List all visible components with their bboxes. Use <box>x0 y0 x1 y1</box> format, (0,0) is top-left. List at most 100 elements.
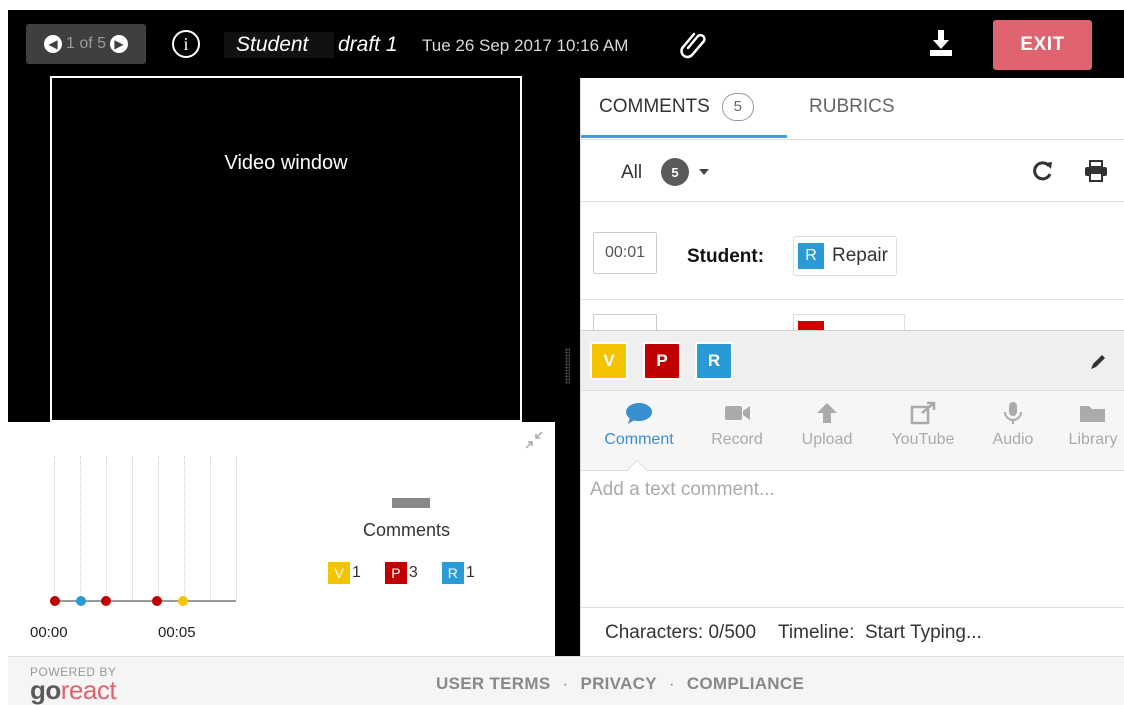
legend-v-square: V <box>328 562 350 584</box>
microphone-icon <box>1004 402 1022 424</box>
timeline-start-label: 00:00 <box>30 624 68 641</box>
user-terms-link[interactable]: USER TERMS <box>436 674 550 694</box>
legend-title: Comments <box>363 520 451 540</box>
filter-count-badge[interactable]: 5 <box>661 158 689 186</box>
info-icon[interactable]: i <box>172 30 200 58</box>
timeline-gridline <box>80 456 81 600</box>
character-count: Characters: 0/500 <box>605 621 757 643</box>
print-icon[interactable] <box>1084 160 1108 182</box>
legend-p-square: P <box>384 562 407 584</box>
comment-item-partial <box>581 300 1124 330</box>
marker-r-button[interactable]: R <box>695 342 733 380</box>
video-window[interactable]: Video window <box>50 76 522 422</box>
paperclip-icon[interactable] <box>680 28 710 60</box>
video-window-label: Video window <box>224 151 348 174</box>
marker-p-button[interactable]: P <box>643 342 681 380</box>
compliance-link[interactable]: COMPLIANCE <box>687 674 804 694</box>
timeline-status: Timeline: Start Typing... <box>778 621 982 643</box>
comment-timestamp[interactable]: 00:01 <box>593 232 657 274</box>
pencil-icon[interactable] <box>1089 353 1107 371</box>
tab-rubrics[interactable]: RUBRICS <box>809 96 895 118</box>
comment-tag: R Repair <box>793 236 897 276</box>
timeline-marker-p[interactable] <box>101 596 111 606</box>
pager: ◀ 1 of 5 ▶ <box>26 24 146 64</box>
tab-comments-count: 5 <box>721 92 754 121</box>
tool-audio-label: Audio <box>992 431 1034 448</box>
comment-composer: V P R Comment Record Upload YouTube Audi… <box>581 330 1124 656</box>
tool-comment-label: Comment <box>604 431 674 448</box>
comment-tools: Comment Record Upload YouTube Audio Libr… <box>581 391 1124 471</box>
tool-library-label: Library <box>1068 431 1118 448</box>
tool-record[interactable]: Record <box>695 401 779 449</box>
privacy-link[interactable]: PRIVACY <box>580 674 656 694</box>
composer-status: Characters: 0/500 Timeline: Start Typing… <box>581 607 1124 657</box>
timeline-gridline <box>54 456 55 600</box>
upload-arrow-icon <box>817 403 837 423</box>
tool-record-label: Record <box>711 431 763 448</box>
next-arrow-icon[interactable]: ▶ <box>110 35 129 53</box>
marker-v-button[interactable]: V <box>590 342 628 380</box>
collapse-icon[interactable] <box>524 430 544 450</box>
timeline-marker-r[interactable] <box>76 596 86 606</box>
panel-tabs: COMMENTS 5 RUBRICS <box>581 78 1124 140</box>
legend-row: V 1 P 3 R 1 <box>328 562 499 584</box>
legend-bar <box>392 498 430 508</box>
tab-comments[interactable]: COMMENTS 5 <box>581 78 787 138</box>
folder-icon <box>1080 406 1105 422</box>
divider-strip <box>555 422 580 656</box>
footer: POWERED BY goreact USER TERMS · PRIVACY … <box>8 656 1124 705</box>
student-name: Student <box>224 32 334 58</box>
comment-text-input[interactable] <box>581 471 1124 607</box>
submission-datetime: Tue 26 Sep 2017 10:16 AM <box>422 36 629 55</box>
tool-audio[interactable]: Audio <box>971 401 1055 449</box>
camera-icon <box>725 406 750 420</box>
tag-letter: R <box>798 243 824 269</box>
tool-comment[interactable]: Comment <box>597 401 681 449</box>
tool-upload-label: Upload <box>801 431 853 448</box>
timeline-gridline <box>184 456 185 600</box>
timeline-gridline <box>158 456 159 600</box>
timeline-mid-label: 00:05 <box>158 624 196 641</box>
tab-comments-label: COMMENTS <box>599 95 710 117</box>
exit-button[interactable]: EXIT <box>993 20 1092 70</box>
footer-links: USER TERMS · PRIVACY · COMPLIANCE <box>436 674 804 694</box>
download-icon[interactable] <box>928 28 954 58</box>
footer-separator: · <box>668 674 675 693</box>
tool-upload[interactable]: Upload <box>785 401 869 449</box>
comment-tag-partial <box>793 314 905 330</box>
previous-arrow-icon[interactable]: ◀ <box>43 35 62 53</box>
legend-r-count: 1 <box>465 564 475 581</box>
legend-v-count: 1 <box>352 564 361 581</box>
comment-item[interactable]: 00:01 Student: R Repair <box>581 202 1124 300</box>
comment-timestamp-partial <box>593 314 657 330</box>
timeline-gridline <box>236 456 237 600</box>
timeline-gridline <box>106 456 107 600</box>
external-link-icon <box>910 401 936 425</box>
draft-label: draft 1 <box>338 33 398 56</box>
chevron-down-icon[interactable] <box>699 169 709 175</box>
refresh-icon[interactable] <box>1031 160 1053 182</box>
timeline-marker-p[interactable] <box>50 596 60 606</box>
tool-library[interactable]: Library <box>1051 401 1124 449</box>
comment-author: Student: <box>687 246 765 267</box>
logo-react: react <box>60 675 117 705</box>
timeline-marker-v[interactable] <box>178 596 188 606</box>
timeline-panel: 00:00 00:05 Comments V 1 P 3 R 1 <box>8 422 555 656</box>
tool-youtube[interactable]: YouTube <box>881 401 965 449</box>
comments-panel: COMMENTS 5 RUBRICS All 5 00:01 Student: … <box>580 78 1124 656</box>
timeline-marker-p[interactable] <box>152 596 162 606</box>
goreact-logo[interactable]: goreact <box>30 675 117 705</box>
top-bar: ◀ 1 of 5 ▶ i Student draft 1 Tue 26 Sep … <box>8 10 1124 78</box>
logo-go: go <box>30 675 61 705</box>
legend-p-count: 3 <box>408 564 418 581</box>
tag-label: Repair <box>832 245 888 266</box>
footer-separator: · <box>562 674 569 693</box>
resize-handle[interactable] <box>565 348 570 384</box>
timeline-gridline <box>210 456 211 600</box>
timeline-gridline <box>132 456 133 600</box>
comment-icon <box>626 403 652 424</box>
filter-dropdown[interactable]: All <box>621 162 642 184</box>
tool-youtube-label: YouTube <box>891 431 955 448</box>
marker-bar: V P R <box>581 331 1124 391</box>
pager-label: 1 of 5 <box>65 35 107 52</box>
